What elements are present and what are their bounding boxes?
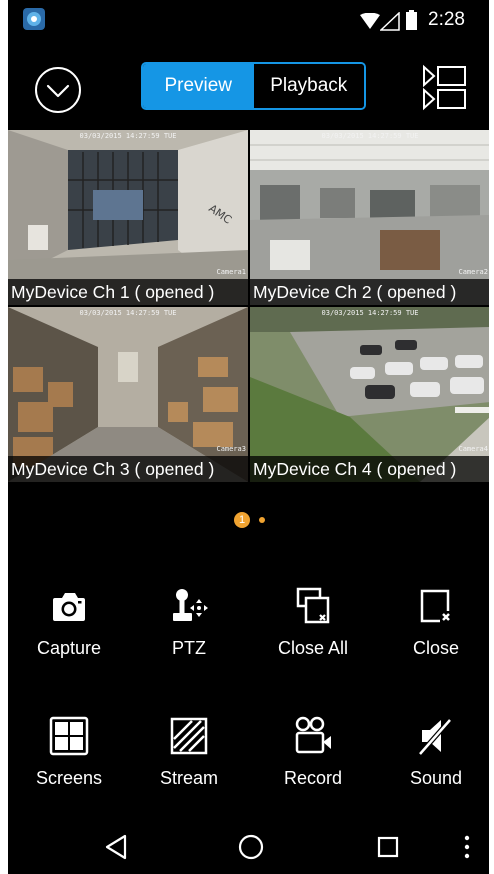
chevron-down-circle-icon[interactable] <box>34 66 82 114</box>
app-screen: 2:28 Preview Playback AMC 03/03/2015 14:… <box>8 0 489 874</box>
sound-muted-icon <box>418 718 452 756</box>
app-notification-icon <box>23 8 45 30</box>
record-button[interactable]: Record <box>253 716 373 806</box>
video-tile-ch3[interactable]: 03/03/2015 14:27:59 TUE Camera3 MyDevice… <box>8 307 248 482</box>
camera-label: Camera3 <box>216 445 246 453</box>
battery-icon <box>406 10 417 30</box>
stream-label: Stream <box>159 768 219 788</box>
timestamp-overlay: 03/03/2015 14:27:59 TUE <box>79 309 177 317</box>
close-button[interactable]: Close <box>376 586 489 676</box>
view-list-icon[interactable] <box>420 63 470 113</box>
status-bar: 2:28 <box>8 0 489 40</box>
stream-icon <box>170 717 208 755</box>
channel-caption: MyDevice Ch 2 ( opened ) <box>250 279 489 305</box>
sound-button[interactable]: Sound <box>376 716 489 806</box>
camera-label: Camera2 <box>458 268 488 276</box>
record-label: Record <box>283 768 343 788</box>
timestamp-overlay: 03/03/2015 14:27:59 TUE <box>321 132 419 140</box>
ptz-label: PTZ <box>172 638 206 658</box>
close-all-button[interactable]: Close All <box>253 586 373 676</box>
ptz-joystick-icon <box>173 589 208 621</box>
tab-playback[interactable]: Playback <box>253 64 364 108</box>
close-all-label: Close All <box>277 638 349 658</box>
video-tile-ch1[interactable]: AMC 03/03/2015 14:27:59 TUE Camera1 MyDe… <box>8 130 248 305</box>
top-bar: Preview Playback <box>8 50 489 122</box>
video-grid: AMC 03/03/2015 14:27:59 TUE Camera1 MyDe… <box>8 130 489 482</box>
status-clock: 2:28 <box>428 9 465 30</box>
preview-playback-switch: Preview Playback <box>141 62 366 110</box>
timestamp-overlay: 03/03/2015 14:27:59 TUE <box>79 132 177 140</box>
page-dot-current[interactable]: 1 <box>234 512 250 528</box>
screens-label: Screens <box>35 768 103 788</box>
stream-button[interactable]: Stream <box>129 716 249 806</box>
close-label: Close <box>412 638 460 658</box>
camera-icon <box>53 593 85 621</box>
camera-label: Camera4 <box>458 445 488 453</box>
cell-signal-icon <box>380 12 400 31</box>
video-record-icon <box>295 716 331 754</box>
capture-button[interactable]: Capture <box>9 586 129 676</box>
channel-caption: MyDevice Ch 4 ( opened ) <box>250 456 489 482</box>
recents-icon[interactable] <box>377 836 399 858</box>
tab-preview[interactable]: Preview <box>143 64 254 108</box>
screens-button[interactable]: Screens <box>9 716 129 806</box>
grid-screens-icon <box>49 716 89 756</box>
wifi-icon <box>360 13 380 29</box>
system-nav-bar <box>8 820 489 874</box>
home-icon[interactable] <box>238 834 264 860</box>
video-tile-ch2[interactable]: 03/03/2015 14:27:59 TUE Camera2 MyDevice… <box>250 130 489 305</box>
page-indicator: 1 <box>8 510 489 530</box>
back-icon[interactable] <box>104 834 128 860</box>
more-icon[interactable] <box>463 834 471 860</box>
close-all-icon <box>296 587 330 624</box>
channel-caption: MyDevice Ch 1 ( opened ) <box>8 279 248 305</box>
close-window-icon <box>420 589 450 623</box>
channel-caption: MyDevice Ch 3 ( opened ) <box>8 456 248 482</box>
sound-label: Sound <box>409 768 463 788</box>
video-tile-ch4[interactable]: 03/03/2015 14:27:59 TUE Camera4 MyDevice… <box>250 307 489 482</box>
ptz-button[interactable]: PTZ <box>129 586 249 676</box>
camera-label: Camera1 <box>216 268 246 276</box>
capture-label: Capture <box>36 638 102 658</box>
timestamp-overlay: 03/03/2015 14:27:59 TUE <box>321 309 419 317</box>
page-dot[interactable] <box>259 517 265 523</box>
